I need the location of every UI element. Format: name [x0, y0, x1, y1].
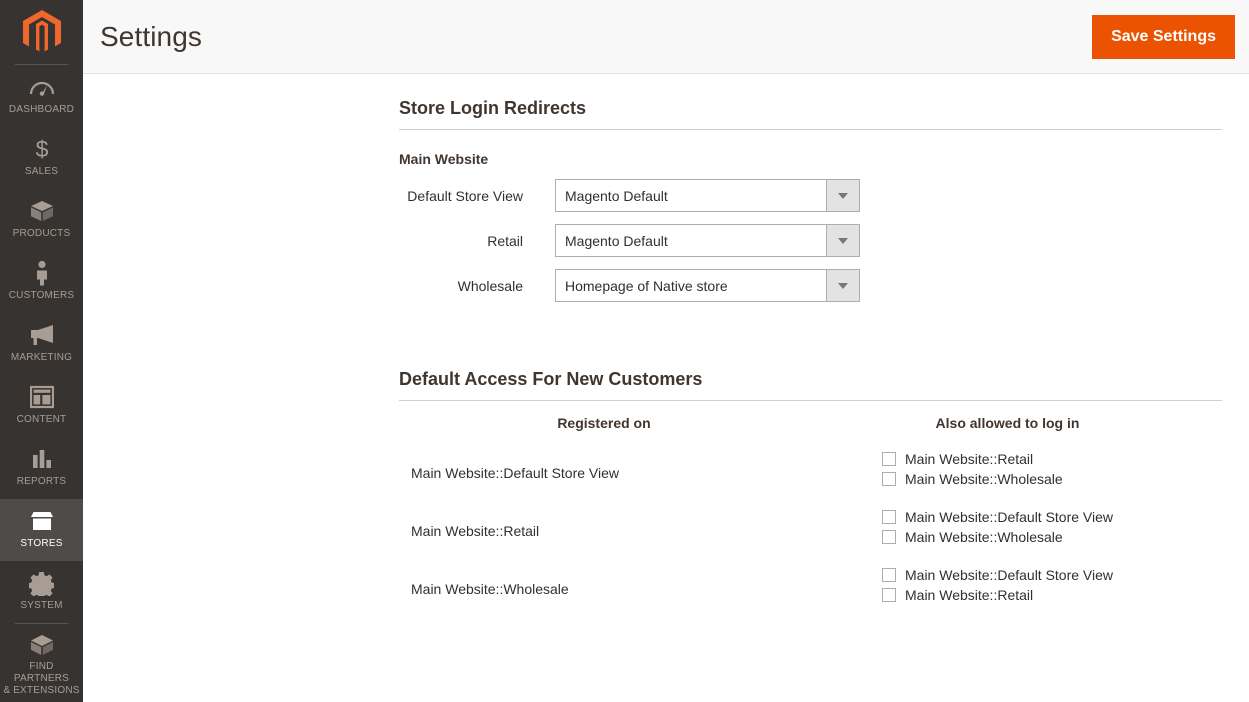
- select-value: Magento Default: [556, 225, 826, 256]
- sidebar-item-reports[interactable]: REPORTS: [0, 437, 83, 499]
- sidebar-item-products[interactable]: PRODUCTS: [0, 189, 83, 251]
- checkbox-icon[interactable]: [882, 510, 896, 524]
- allowed-checkbox-group: Main Website::Default Store View Main We…: [809, 507, 1222, 547]
- store-login-redirects-section: Store Login Redirects Main Website Defau…: [399, 98, 1222, 302]
- redirect-select-default-store-view[interactable]: Magento Default: [555, 179, 860, 212]
- chevron-down-icon[interactable]: [826, 270, 859, 301]
- table-row: Main Website::Retail Main Website::Defau…: [399, 507, 1222, 547]
- megaphone-icon: [29, 322, 55, 348]
- primary-sidebar: DASHBOARD $ SALES PRODUCTS: [0, 0, 83, 702]
- checkbox-icon[interactable]: [882, 472, 896, 486]
- sidebar-item-content[interactable]: CONTENT: [0, 375, 83, 437]
- sidebar-item-label: DASHBOARD: [9, 104, 74, 116]
- checkbox-icon[interactable]: [882, 530, 896, 544]
- checkbox-item[interactable]: Main Website::Default Store View: [882, 507, 1222, 527]
- dollar-icon: $: [33, 136, 51, 162]
- checkbox-item[interactable]: Main Website::Retail: [882, 449, 1222, 469]
- dashboard-icon: [29, 74, 55, 100]
- sidebar-item-label: STORES: [20, 538, 62, 550]
- chevron-down-icon[interactable]: [826, 225, 859, 256]
- bar-chart-icon: [30, 446, 54, 472]
- checkbox-item[interactable]: Main Website::Wholesale: [882, 527, 1222, 547]
- save-settings-button[interactable]: Save Settings: [1092, 15, 1235, 59]
- checkbox-label: Main Website::Retail: [905, 451, 1033, 467]
- page-title: Settings: [100, 21, 202, 53]
- checkbox-label: Main Website::Retail: [905, 587, 1033, 603]
- storefront-icon: [29, 508, 55, 534]
- sidebar-item-label: CONTENT: [17, 414, 67, 426]
- sidebar-item-label: MARKETING: [11, 352, 72, 364]
- checkbox-icon[interactable]: [882, 588, 896, 602]
- field-row-retail: Retail Magento Default: [399, 224, 1222, 257]
- sidebar-item-label: SYSTEM: [20, 600, 62, 612]
- default-access-table: Registered on Also allowed to log in Mai…: [399, 415, 1222, 605]
- select-value: Magento Default: [556, 180, 826, 211]
- allowed-checkbox-group: Main Website::Default Store View Main We…: [809, 565, 1222, 605]
- sidebar-item-label: SALES: [25, 166, 58, 178]
- magento-logo[interactable]: [0, 0, 83, 64]
- field-label: Wholesale: [399, 278, 555, 294]
- table-header-row: Registered on Also allowed to log in: [399, 415, 1222, 431]
- select-value: Homepage of Native store: [556, 270, 826, 301]
- sidebar-item-stores[interactable]: STORES: [0, 499, 83, 561]
- checkbox-label: Main Website::Wholesale: [905, 529, 1063, 545]
- chevron-down-icon[interactable]: [826, 180, 859, 211]
- checkbox-item[interactable]: Main Website::Retail: [882, 585, 1222, 605]
- sidebar-item-system[interactable]: SYSTEM: [0, 561, 83, 623]
- redirect-select-wholesale[interactable]: Homepage of Native store: [555, 269, 860, 302]
- section-title: Default Access For New Customers: [399, 369, 1222, 400]
- sidebar-item-label: REPORTS: [17, 476, 67, 488]
- sidebar-item-customers[interactable]: CUSTOMERS: [0, 251, 83, 313]
- column-header-registered-on: Registered on: [399, 415, 809, 431]
- checkbox-label: Main Website::Wholesale: [905, 471, 1063, 487]
- section-divider: [399, 129, 1222, 130]
- checkbox-label: Main Website::Default Store View: [905, 509, 1113, 525]
- person-icon: [34, 260, 50, 286]
- allowed-checkbox-group: Main Website::Retail Main Website::Whole…: [809, 449, 1222, 489]
- table-row: Main Website::Default Store View Main We…: [399, 449, 1222, 489]
- sidebar-item-label: PRODUCTS: [13, 228, 71, 240]
- admin-page: DASHBOARD $ SALES PRODUCTS: [0, 0, 1249, 702]
- section-divider: [399, 400, 1222, 401]
- website-label: Main Website: [399, 151, 1222, 167]
- checkbox-label: Main Website::Default Store View: [905, 567, 1113, 583]
- registered-scope-label: Main Website::Retail: [399, 507, 809, 539]
- sidebar-item-find-partners[interactable]: FIND PARTNERS & EXTENSIONS: [0, 624, 83, 702]
- svg-text:$: $: [35, 136, 48, 162]
- sidebar-item-dashboard[interactable]: DASHBOARD: [0, 65, 83, 127]
- field-label: Retail: [399, 233, 555, 249]
- registered-scope-label: Main Website::Default Store View: [399, 449, 809, 481]
- extension-block-icon: [29, 633, 55, 657]
- page-header: Settings Save Settings: [83, 0, 1249, 74]
- sidebar-item-label: FIND PARTNERS & EXTENSIONS: [2, 661, 81, 697]
- checkbox-item[interactable]: Main Website::Default Store View: [882, 565, 1222, 585]
- header-actions: Save Settings: [1092, 15, 1235, 59]
- field-row-wholesale: Wholesale Homepage of Native store: [399, 269, 1222, 302]
- redirect-select-retail[interactable]: Magento Default: [555, 224, 860, 257]
- sidebar-item-label: CUSTOMERS: [9, 290, 75, 302]
- checkbox-item[interactable]: Main Website::Wholesale: [882, 469, 1222, 489]
- gear-icon: [29, 570, 54, 596]
- box-icon: [29, 198, 55, 224]
- checkbox-icon[interactable]: [882, 568, 896, 582]
- checkbox-icon[interactable]: [882, 452, 896, 466]
- field-row-default-store-view: Default Store View Magento Default: [399, 179, 1222, 212]
- default-access-section: Default Access For New Customers Registe…: [399, 369, 1222, 605]
- section-title: Store Login Redirects: [399, 98, 1222, 129]
- field-label: Default Store View: [399, 188, 555, 204]
- column-header-also-allowed: Also allowed to log in: [809, 415, 1222, 431]
- sidebar-item-sales[interactable]: $ SALES: [0, 127, 83, 189]
- main-area: Settings Save Settings Store Login Redir…: [83, 0, 1249, 702]
- layout-icon: [30, 384, 54, 410]
- registered-scope-label: Main Website::Wholesale: [399, 565, 809, 597]
- table-row: Main Website::Wholesale Main Website::De…: [399, 565, 1222, 605]
- page-content: Store Login Redirects Main Website Defau…: [83, 74, 1249, 702]
- sidebar-item-marketing[interactable]: MARKETING: [0, 313, 83, 375]
